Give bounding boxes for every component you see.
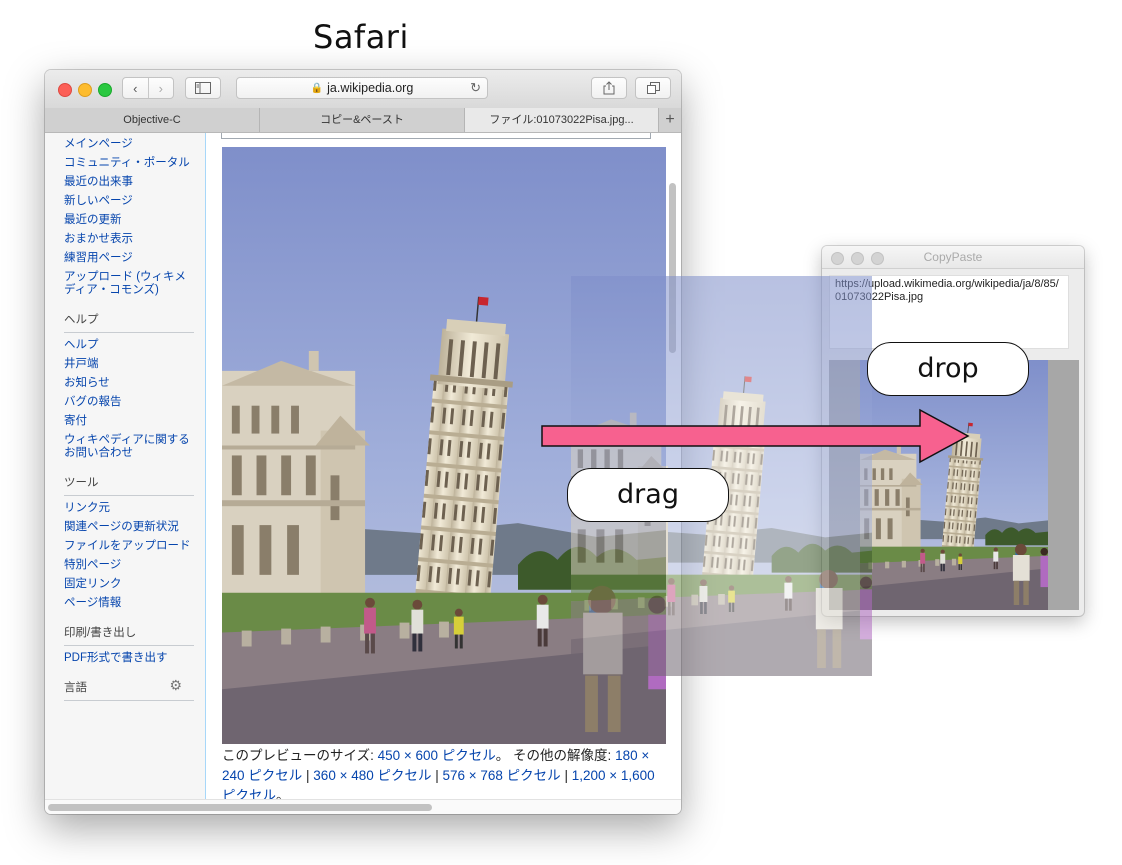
sidebar-link[interactable]: 固定リンク bbox=[64, 578, 194, 591]
minimize-button[interactable] bbox=[78, 83, 92, 97]
sidebar-link[interactable]: 井戸端 bbox=[64, 358, 194, 371]
drag-arrow bbox=[541, 408, 970, 464]
sidebar-link[interactable]: ウィキペディアに関するお問い合わせ bbox=[64, 434, 194, 460]
tab-objective-c[interactable]: Objective-C bbox=[45, 108, 260, 132]
sidebar-heading-help: ヘルプ bbox=[64, 311, 194, 333]
sidebar-link[interactable]: アップロード (ウィキメディア・コモンズ) bbox=[64, 271, 194, 297]
sidebar-icon[interactable] bbox=[185, 77, 221, 99]
tab-copy-paste[interactable]: コピー&ペースト bbox=[260, 108, 465, 132]
chevron-right-icon[interactable]: › bbox=[149, 81, 174, 96]
zoom-button[interactable] bbox=[871, 252, 884, 265]
sidebar-link[interactable]: 最近の更新 bbox=[64, 214, 194, 227]
drop-label: drop bbox=[867, 342, 1029, 396]
tab-file-pisa[interactable]: ファイル:01073022Pisa.jpg... bbox=[465, 108, 659, 132]
zoom-button[interactable] bbox=[98, 83, 112, 97]
sidebar-link[interactable]: コミュニティ・ポータル bbox=[64, 157, 194, 170]
sidebar-link[interactable]: お知らせ bbox=[64, 377, 194, 390]
content-frame bbox=[221, 133, 651, 139]
plus-icon[interactable]: + bbox=[659, 108, 681, 132]
tab-bar: Objective-C コピー&ペースト ファイル:01073022Pisa.j… bbox=[45, 108, 681, 133]
dropped-pisa-image bbox=[860, 360, 1048, 610]
drag-label: drag bbox=[567, 468, 729, 522]
sidebar-link[interactable]: 練習用ページ bbox=[64, 252, 194, 265]
sidebar-link[interactable]: ファイルをアップロード bbox=[64, 540, 194, 553]
sidebar-link[interactable]: 特別ページ bbox=[64, 559, 194, 572]
sidebar-link[interactable]: ヘルプ bbox=[64, 339, 194, 352]
close-button[interactable] bbox=[831, 252, 844, 265]
address-bar[interactable]: 🔒 ja.wikipedia.org ↻ bbox=[236, 77, 488, 99]
lock-icon: 🔒 bbox=[310, 82, 324, 94]
gear-icon[interactable]: ⚙ bbox=[169, 677, 182, 694]
sidebar-link[interactable]: バグの報告 bbox=[64, 396, 194, 409]
sidebar-heading-print: 印刷/書き出し bbox=[64, 624, 194, 646]
sidebar-link[interactable]: ページ情報 bbox=[64, 597, 194, 610]
sidebar-link[interactable]: 関連ページの更新状況 bbox=[64, 521, 194, 534]
sidebar-heading-tools: ツール bbox=[64, 474, 194, 496]
chevron-left-icon[interactable]: ‹ bbox=[123, 81, 148, 96]
tabs-icon[interactable] bbox=[635, 77, 671, 99]
sidebar-link[interactable]: リンク元 bbox=[64, 502, 194, 515]
horizontal-scrollbar-track bbox=[45, 799, 681, 814]
minimize-button[interactable] bbox=[851, 252, 864, 265]
back-forward-group: ‹ › bbox=[122, 77, 174, 99]
address-text: ja.wikipedia.org bbox=[327, 81, 414, 95]
sidebar-link[interactable]: 最近の出来事 bbox=[64, 176, 194, 189]
preview-resolutions: このプレビューのサイズ: 450 × 600 ピクセル。 その他の解像度: 18… bbox=[222, 746, 662, 799]
resolution-link[interactable]: 360 × 480 ピクセル bbox=[313, 768, 431, 783]
caption-safari: Safari bbox=[313, 18, 409, 56]
resolution-link[interactable]: 576 × 768 ピクセル bbox=[443, 768, 561, 783]
sidebar-link[interactable]: メインページ bbox=[64, 138, 194, 151]
resolution-link[interactable]: 450 × 600 ピクセル bbox=[378, 748, 496, 763]
close-button[interactable] bbox=[58, 83, 72, 97]
reload-icon[interactable]: ↻ bbox=[470, 80, 481, 96]
sidebar-link[interactable]: PDF形式で書き出す bbox=[64, 652, 194, 665]
share-icon[interactable] bbox=[591, 77, 627, 99]
horizontal-scrollbar[interactable] bbox=[48, 804, 432, 811]
safari-toolbar: ‹ › 🔒 ja.wikipedia.org ↻ bbox=[45, 70, 681, 109]
sidebar-link[interactable]: 新しいページ bbox=[64, 195, 194, 208]
sidebar-link[interactable]: 寄付 bbox=[64, 415, 194, 428]
sidebar-link[interactable]: おまかせ表示 bbox=[64, 233, 194, 246]
wiki-sidebar: メインページ コミュニティ・ポータル 最近の出来事 新しいページ 最近の更新 お… bbox=[45, 133, 206, 799]
